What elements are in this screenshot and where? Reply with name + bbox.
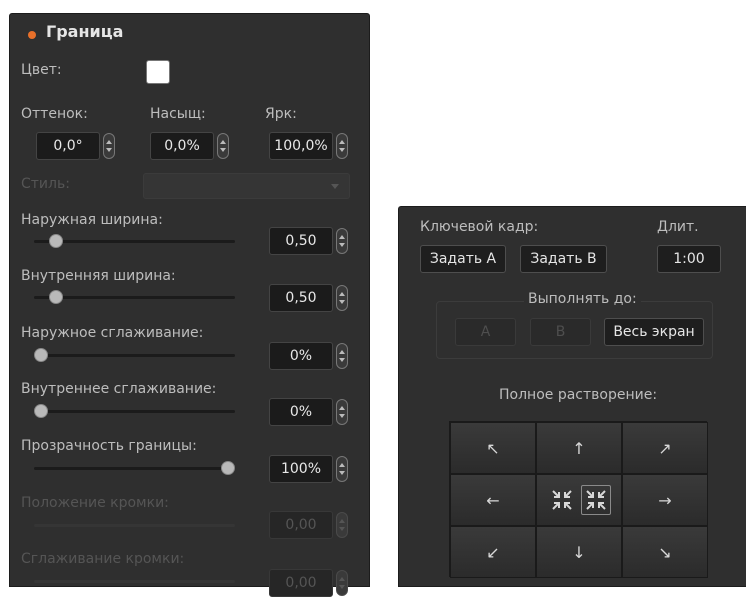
border-opacity-input[interactable]: 100% xyxy=(269,455,333,483)
inner-width-label: Внутренняя ширина: xyxy=(21,268,176,284)
arrow-left-icon: ← xyxy=(486,490,500,510)
move-up-right-button[interactable]: ↗ xyxy=(622,422,708,474)
run-to-a-button[interactable]: A xyxy=(455,318,516,346)
outer-soften-label: Наружное сглаживание: xyxy=(21,325,204,341)
chevron-down-icon xyxy=(331,184,339,189)
move-down-left-button[interactable]: ↙ xyxy=(450,526,536,578)
shrink-to-center-icon xyxy=(586,490,606,510)
bevel-position-stepper[interactable] xyxy=(336,512,348,538)
border-panel: Граница Цвет: Оттенок: Насыщ: Ярк: 0,0° … xyxy=(9,13,370,597)
bevel-soften-input[interactable]: 0,00 xyxy=(269,569,333,597)
outer-soften-stepper[interactable] xyxy=(336,343,348,369)
inner-soften-input[interactable]: 0% xyxy=(269,398,333,426)
inner-soften-slider[interactable] xyxy=(34,404,235,418)
outer-width-input[interactable]: 0,50 xyxy=(269,227,333,255)
inner-soften-label: Внутреннее сглаживание: xyxy=(21,381,217,397)
set-a-button[interactable]: Задать A xyxy=(420,245,506,273)
move-down-button[interactable]: ↓ xyxy=(536,526,622,578)
border-title: Граница xyxy=(46,22,124,41)
move-right-button[interactable]: → xyxy=(622,474,708,526)
full-dissolve-label: Полное растворение: xyxy=(499,387,658,403)
bevel-soften-slider[interactable] xyxy=(34,580,235,583)
run-to-full-screen-button[interactable]: Весь экран xyxy=(604,318,704,346)
center-cell xyxy=(536,474,622,526)
saturation-input[interactable]: 0,0% xyxy=(150,132,214,160)
arrow-right-icon: → xyxy=(658,490,672,510)
outer-soften-slider-handle[interactable] xyxy=(34,348,48,362)
color-label: Цвет: xyxy=(21,62,62,78)
border-opacity-stepper[interactable] xyxy=(336,456,348,482)
luminance-input[interactable]: 100,0% xyxy=(269,132,333,160)
arrow-down-right-icon: ↘ xyxy=(658,542,672,562)
duration-label: Длит. xyxy=(657,219,699,235)
arrow-up-icon: ↑ xyxy=(572,438,586,458)
inner-width-slider[interactable] xyxy=(34,290,235,304)
inner-soften-stepper[interactable] xyxy=(336,399,348,425)
keyframe-panel: Ключевой кадр: Длит. Задать A Задать B 1… xyxy=(398,206,746,587)
inner-width-input[interactable]: 0,50 xyxy=(269,284,333,312)
arrow-down-left-icon: ↙ xyxy=(486,542,500,562)
bevel-position-input[interactable]: 0,00 xyxy=(269,511,333,539)
outer-width-label: Наружная ширина: xyxy=(21,212,163,228)
border-opacity-slider-handle[interactable] xyxy=(221,461,235,475)
shrink-button[interactable] xyxy=(547,485,577,515)
outer-soften-slider[interactable] xyxy=(34,348,235,362)
shrink-icon xyxy=(552,490,572,510)
bevel-soften-stepper[interactable] xyxy=(336,570,348,596)
outer-width-slider[interactable] xyxy=(34,234,235,248)
style-label: Стиль: xyxy=(21,176,70,192)
bevel-position-slider[interactable] xyxy=(34,524,235,527)
outer-width-slider-handle[interactable] xyxy=(49,234,63,248)
position-grid: ↖ ↑ ↗ ← → ↙ ↓ ↘ xyxy=(449,421,708,578)
inner-soften-slider-handle[interactable] xyxy=(34,404,48,418)
move-left-button[interactable]: ← xyxy=(450,474,536,526)
saturation-stepper[interactable] xyxy=(217,133,229,159)
outer-width-stepper[interactable] xyxy=(336,228,348,254)
hue-label: Оттенок: xyxy=(21,106,88,122)
center-button[interactable] xyxy=(581,485,611,515)
keyframe-label: Ключевой кадр: xyxy=(420,219,539,235)
run-to-b-button[interactable]: B xyxy=(530,318,591,346)
outer-soften-input[interactable]: 0% xyxy=(269,342,333,370)
move-up-button[interactable]: ↑ xyxy=(536,422,622,474)
inner-width-slider-handle[interactable] xyxy=(49,290,63,304)
hue-stepper[interactable] xyxy=(103,133,115,159)
arrow-down-icon: ↓ xyxy=(572,542,586,562)
saturation-label: Насыщ: xyxy=(150,106,206,122)
border-opacity-slider[interactable] xyxy=(34,461,235,475)
bevel-position-label: Положение кромки: xyxy=(21,495,169,511)
inner-width-stepper[interactable] xyxy=(336,285,348,311)
hue-input[interactable]: 0,0° xyxy=(36,132,100,160)
color-swatch[interactable] xyxy=(146,60,170,84)
bevel-soften-label: Сглаживание кромки: xyxy=(21,551,185,567)
style-select[interactable] xyxy=(143,173,350,199)
enabled-indicator-icon[interactable] xyxy=(28,31,36,39)
luminance-stepper[interactable] xyxy=(336,133,348,159)
arrow-up-right-icon: ↗ xyxy=(658,438,672,458)
border-opacity-label: Прозрачность границы: xyxy=(21,438,197,454)
luminance-label: Ярк: xyxy=(265,106,297,122)
move-up-left-button[interactable]: ↖ xyxy=(450,422,536,474)
arrow-up-left-icon: ↖ xyxy=(486,438,500,458)
run-to-label: Выполнять до: xyxy=(524,291,641,307)
duration-input[interactable]: 1:00 xyxy=(657,245,721,273)
move-down-right-button[interactable]: ↘ xyxy=(622,526,708,578)
set-b-button[interactable]: Задать B xyxy=(520,245,607,273)
